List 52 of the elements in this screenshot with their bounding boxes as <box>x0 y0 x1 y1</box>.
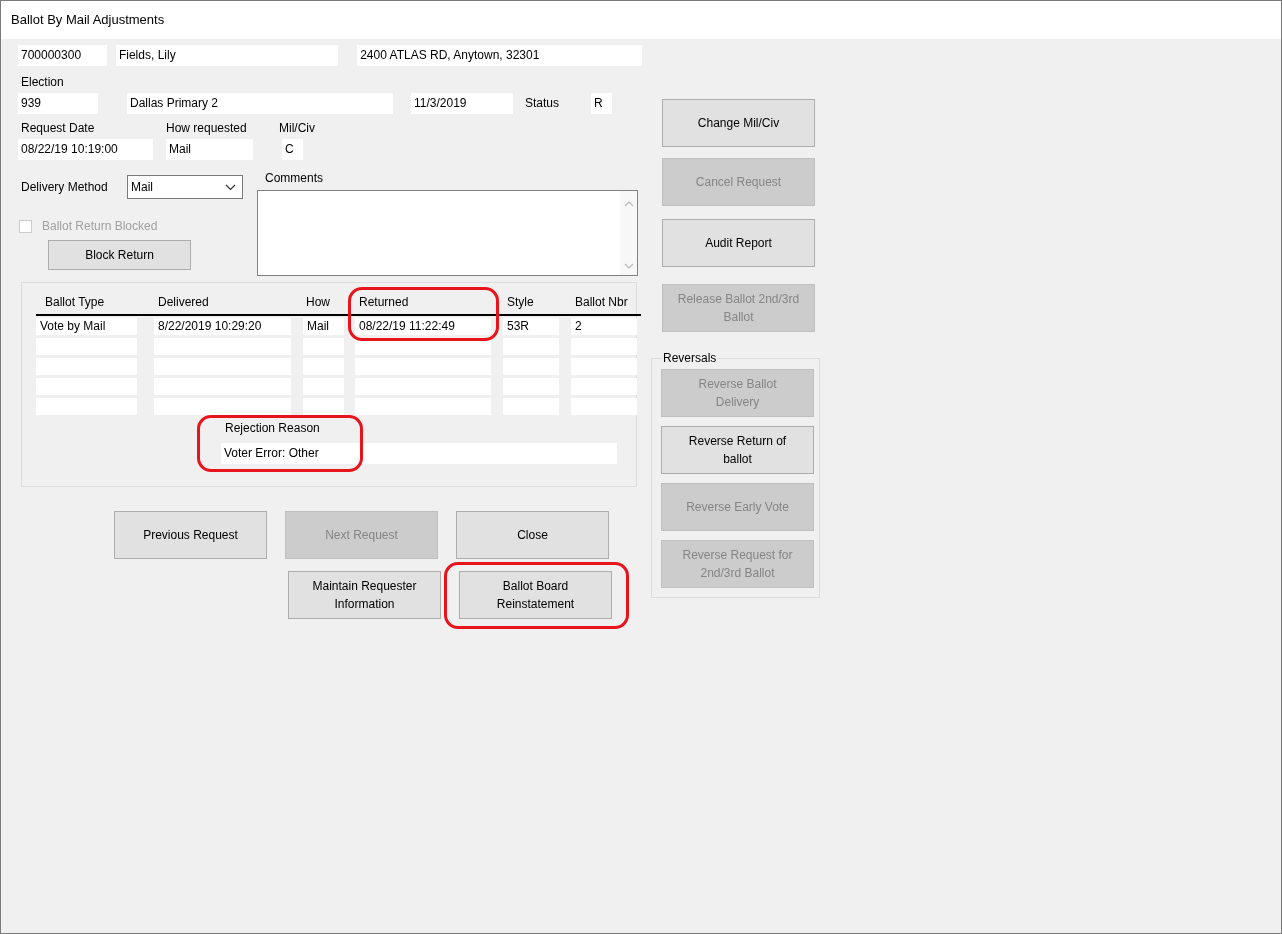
scroll-down-icon[interactable] <box>623 263 634 269</box>
delivery-method-dropdown[interactable]: Mail <box>127 175 243 199</box>
column-header: Delivered <box>158 295 209 309</box>
column-header: How <box>306 295 330 309</box>
table-cell: 08/22/19 11:22:49 <box>355 318 491 335</box>
election-name-field[interactable]: Dallas Primary 2 <box>127 93 393 114</box>
reversal-button[interactable]: Reverse Return of ballot <box>661 426 814 474</box>
request-date-field[interactable]: 08/22/19 10:19:00 <box>18 139 153 160</box>
column-header: Returned <box>359 295 409 309</box>
table-cell <box>571 378 637 395</box>
block-return-button[interactable]: Block Return <box>48 240 191 270</box>
column-header: Ballot Type <box>45 295 105 309</box>
mil-civ-field[interactable]: C <box>282 139 303 160</box>
status-field[interactable]: R <box>591 93 612 114</box>
column-header: Ballot Nbr <box>575 295 628 309</box>
rejection-reason-label: Rejection Reason <box>225 421 320 435</box>
scroll-up-icon[interactable] <box>623 201 634 207</box>
comments-label: Comments <box>265 171 323 185</box>
voter-id-field[interactable]: 700000300 <box>18 45 107 66</box>
reversals-title: Reversals <box>663 351 717 365</box>
chevron-down-icon <box>225 183 236 191</box>
mil-civ-label: Mil/Civ <box>279 121 315 135</box>
action-button[interactable]: Previous Request <box>114 511 267 559</box>
request-date-label: Request Date <box>21 121 95 135</box>
side-button[interactable]: Change Mil/Civ <box>662 99 815 147</box>
table-cell <box>571 398 637 415</box>
window-title: Ballot By Mail Adjustments <box>11 12 165 27</box>
how-requested-field[interactable]: Mail <box>166 139 253 160</box>
table-cell: 2 <box>571 318 637 335</box>
voter-name-field[interactable]: Fields, Lily <box>115 45 339 66</box>
side-button[interactable]: Audit Report <box>662 219 815 267</box>
how-requested-label: How requested <box>166 121 247 135</box>
election-number-field[interactable]: 939 <box>18 93 98 114</box>
comments-field[interactable] <box>257 190 638 276</box>
table-cell: Vote by Mail <box>36 318 137 335</box>
table-cell: 8/22/2019 10:29:20 <box>154 318 291 335</box>
table-cell: Mail <box>303 318 344 335</box>
action-button[interactable]: Maintain Requester Information <box>288 571 441 619</box>
table-cell <box>571 358 637 375</box>
column-header: Style <box>507 295 534 309</box>
rejection-reason-field[interactable]: Voter Error: Other <box>221 443 617 464</box>
status-label: Status <box>525 96 561 111</box>
address-field[interactable]: 2400 ATLAS RD, Anytown, 32301 <box>357 45 642 66</box>
election-date-field[interactable]: 11/3/2019 <box>411 93 513 114</box>
action-button[interactable]: Close <box>456 511 609 559</box>
table-cell <box>303 398 344 415</box>
table-cell: 53R <box>503 318 559 335</box>
action-button[interactable]: Ballot Board Reinstatement <box>459 571 612 619</box>
delivery-method-label: Delivery Method <box>20 179 109 195</box>
ballot-return-blocked-label: Ballot Return Blocked <box>42 219 158 233</box>
table-cell <box>571 338 637 355</box>
election-label: Election <box>21 75 64 89</box>
